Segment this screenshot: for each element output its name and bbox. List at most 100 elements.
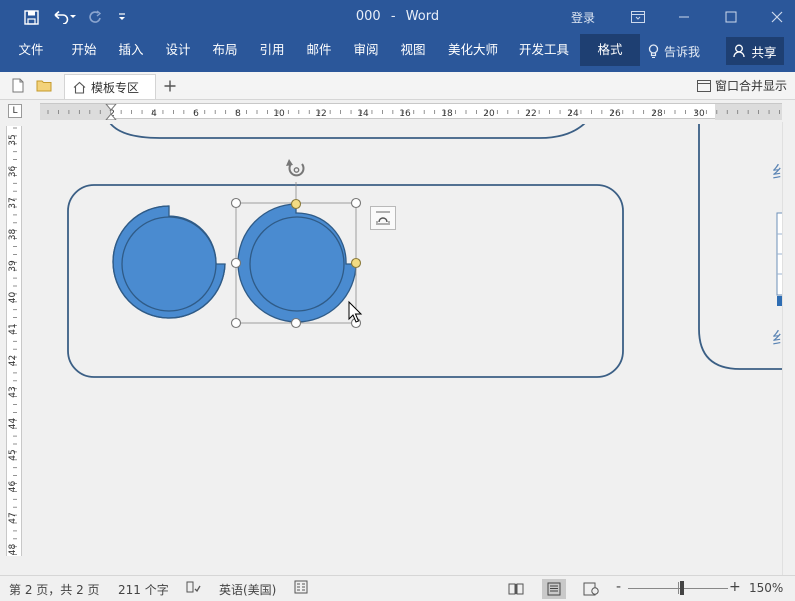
edge-text-top: 纟: [772, 163, 782, 183]
ruler-label: 4: [151, 109, 157, 119]
share-button[interactable]: 共享: [726, 37, 784, 65]
resize-handle-left[interactable]: [230, 257, 242, 269]
ruler-label: 30: [693, 109, 705, 119]
tab-selector[interactable]: L: [8, 104, 22, 118]
web-layout-button[interactable]: [579, 579, 603, 599]
tab-file[interactable]: 文件: [9, 34, 53, 72]
resize-handle-bottom-left[interactable]: [230, 317, 242, 329]
document-tab-bar: 模板专区 窗口合并显示: [0, 72, 795, 100]
window-icon: [697, 79, 711, 92]
adjust-handle-right[interactable]: [350, 257, 362, 269]
word-window: 000 - Word 登录 文件 开始 插入 设计 布局 引用 邮件 审阅 视图…: [0, 0, 795, 601]
app-name: Word: [405, 9, 440, 24]
tell-me-label: 告诉我: [664, 44, 701, 59]
template-zone-label: 模板专区: [91, 80, 140, 95]
undo-button[interactable]: [50, 6, 80, 28]
zoom-slider-thumb[interactable]: [680, 581, 684, 595]
left-circle-shape[interactable]: [112, 205, 226, 319]
adjust-handle-top[interactable]: [290, 198, 302, 210]
maximize-button[interactable]: [717, 4, 745, 30]
ruler-label: 39: [8, 260, 18, 272]
ruler-label: 35: [8, 134, 18, 145]
vertical-ruler[interactable]: 35 36 37 38 39 40 41 42 43 44 45 46 47 48: [6, 126, 22, 556]
ruler-label: 16: [399, 109, 411, 119]
ruler-label: 20: [483, 109, 495, 119]
tell-me-search[interactable]: 告诉我: [648, 34, 700, 68]
login-link[interactable]: 登录: [571, 9, 595, 26]
document-name: 000: [355, 9, 381, 24]
ruler-label: 46: [8, 481, 18, 493]
edge-text-bottom: 纟: [772, 329, 782, 349]
minimize-button[interactable]: [670, 4, 698, 30]
status-bar: 第 2 页，共 2 页 211 个字 英语(美国) - + 150%: [0, 575, 795, 601]
page-layout-icon: [547, 582, 561, 596]
person-icon: [733, 44, 746, 58]
read-mode-button[interactable]: [504, 579, 528, 599]
resize-handle-top-right[interactable]: [350, 197, 362, 209]
horizontal-ruler-scale: 224681012141618202224262830: [40, 104, 782, 120]
tab-home[interactable]: 开始: [62, 34, 106, 72]
customize-qat-icon[interactable]: [114, 6, 130, 28]
zoom-in-button[interactable]: +: [729, 579, 741, 595]
ruler-label: 42: [8, 355, 18, 366]
tab-references[interactable]: 引用: [250, 34, 294, 72]
share-label: 共享: [751, 44, 777, 60]
ruler-label: 36: [8, 166, 18, 178]
ruler-label: 10: [273, 109, 285, 119]
tab-design[interactable]: 设计: [156, 34, 200, 72]
word-count[interactable]: 211 个字: [118, 581, 169, 598]
print-layout-button[interactable]: [542, 579, 566, 599]
selected-circle-shape[interactable]: [237, 203, 357, 323]
macro-record-icon[interactable]: [294, 580, 308, 597]
mouse-cursor-icon: [348, 300, 363, 323]
text-wrap-icon: [376, 211, 390, 225]
proofing-icon[interactable]: [185, 579, 201, 598]
plus-icon: [164, 80, 176, 92]
tab-mailings[interactable]: 邮件: [297, 34, 341, 72]
zoom-slider-center-mark: [678, 582, 679, 594]
rotate-handle-icon[interactable]: [286, 159, 305, 177]
open-folder-icon[interactable]: [36, 79, 52, 95]
new-document-icon[interactable]: [12, 78, 24, 96]
zoom-out-button[interactable]: -: [616, 579, 621, 595]
ruler-label: 6: [193, 109, 199, 119]
tab-layout[interactable]: 布局: [203, 34, 247, 72]
ruler-label: 24: [567, 109, 579, 119]
merge-windows-button[interactable]: 窗口合并显示: [697, 77, 787, 94]
ruler-label: 37: [8, 197, 18, 208]
ribbon-display-options-icon[interactable]: [624, 4, 652, 30]
ruler-label: 43: [8, 386, 18, 397]
resize-handle-top-left[interactable]: [230, 197, 242, 209]
tab-insert[interactable]: 插入: [109, 34, 153, 72]
ruler-label: 18: [441, 109, 453, 119]
horizontal-ruler[interactable]: 224681012141618202224262830: [40, 103, 782, 120]
template-zone-tab[interactable]: 模板专区: [64, 74, 156, 99]
tab-beautify-master[interactable]: 美化大师: [440, 34, 506, 72]
page-drawing: [67, 124, 782, 378]
ruler-label: 28: [651, 109, 663, 119]
vertical-ruler-scale: 35 36 37 38 39 40 41 42 43 44 45 46 47 48: [8, 127, 18, 555]
tab-review[interactable]: 审阅: [344, 34, 388, 72]
ruler-label: 12: [315, 109, 326, 119]
vertical-scrollbar[interactable]: [782, 122, 795, 575]
tab-view[interactable]: 视图: [391, 34, 435, 72]
home-icon: [73, 81, 86, 94]
title-bar: 000 - Word 登录: [0, 0, 795, 34]
right-page-frame: [698, 124, 782, 370]
language-indicator[interactable]: 英语(美国): [219, 581, 276, 598]
redo-icon[interactable]: [86, 6, 104, 28]
page-count[interactable]: 第 2 页，共 2 页: [9, 581, 100, 598]
resize-handle-bottom[interactable]: [290, 317, 302, 329]
ruler-label: 38: [8, 229, 18, 241]
document-canvas[interactable]: 纟 纟: [40, 124, 782, 557]
upper-rounded-frame: [109, 124, 586, 139]
merge-windows-label: 窗口合并显示: [715, 79, 788, 93]
save-icon[interactable]: [20, 6, 42, 28]
zoom-level[interactable]: 150%: [749, 581, 783, 595]
tab-developer[interactable]: 开发工具: [511, 34, 577, 72]
tab-format[interactable]: 格式: [580, 34, 640, 66]
add-tab-button[interactable]: [160, 76, 180, 96]
layout-options-button[interactable]: [370, 206, 396, 230]
close-button[interactable]: [763, 4, 791, 30]
ribbon-tabs: 文件 开始 插入 设计 布局 引用 邮件 审阅 视图 美化大师 开发工具 格式 …: [0, 34, 795, 72]
